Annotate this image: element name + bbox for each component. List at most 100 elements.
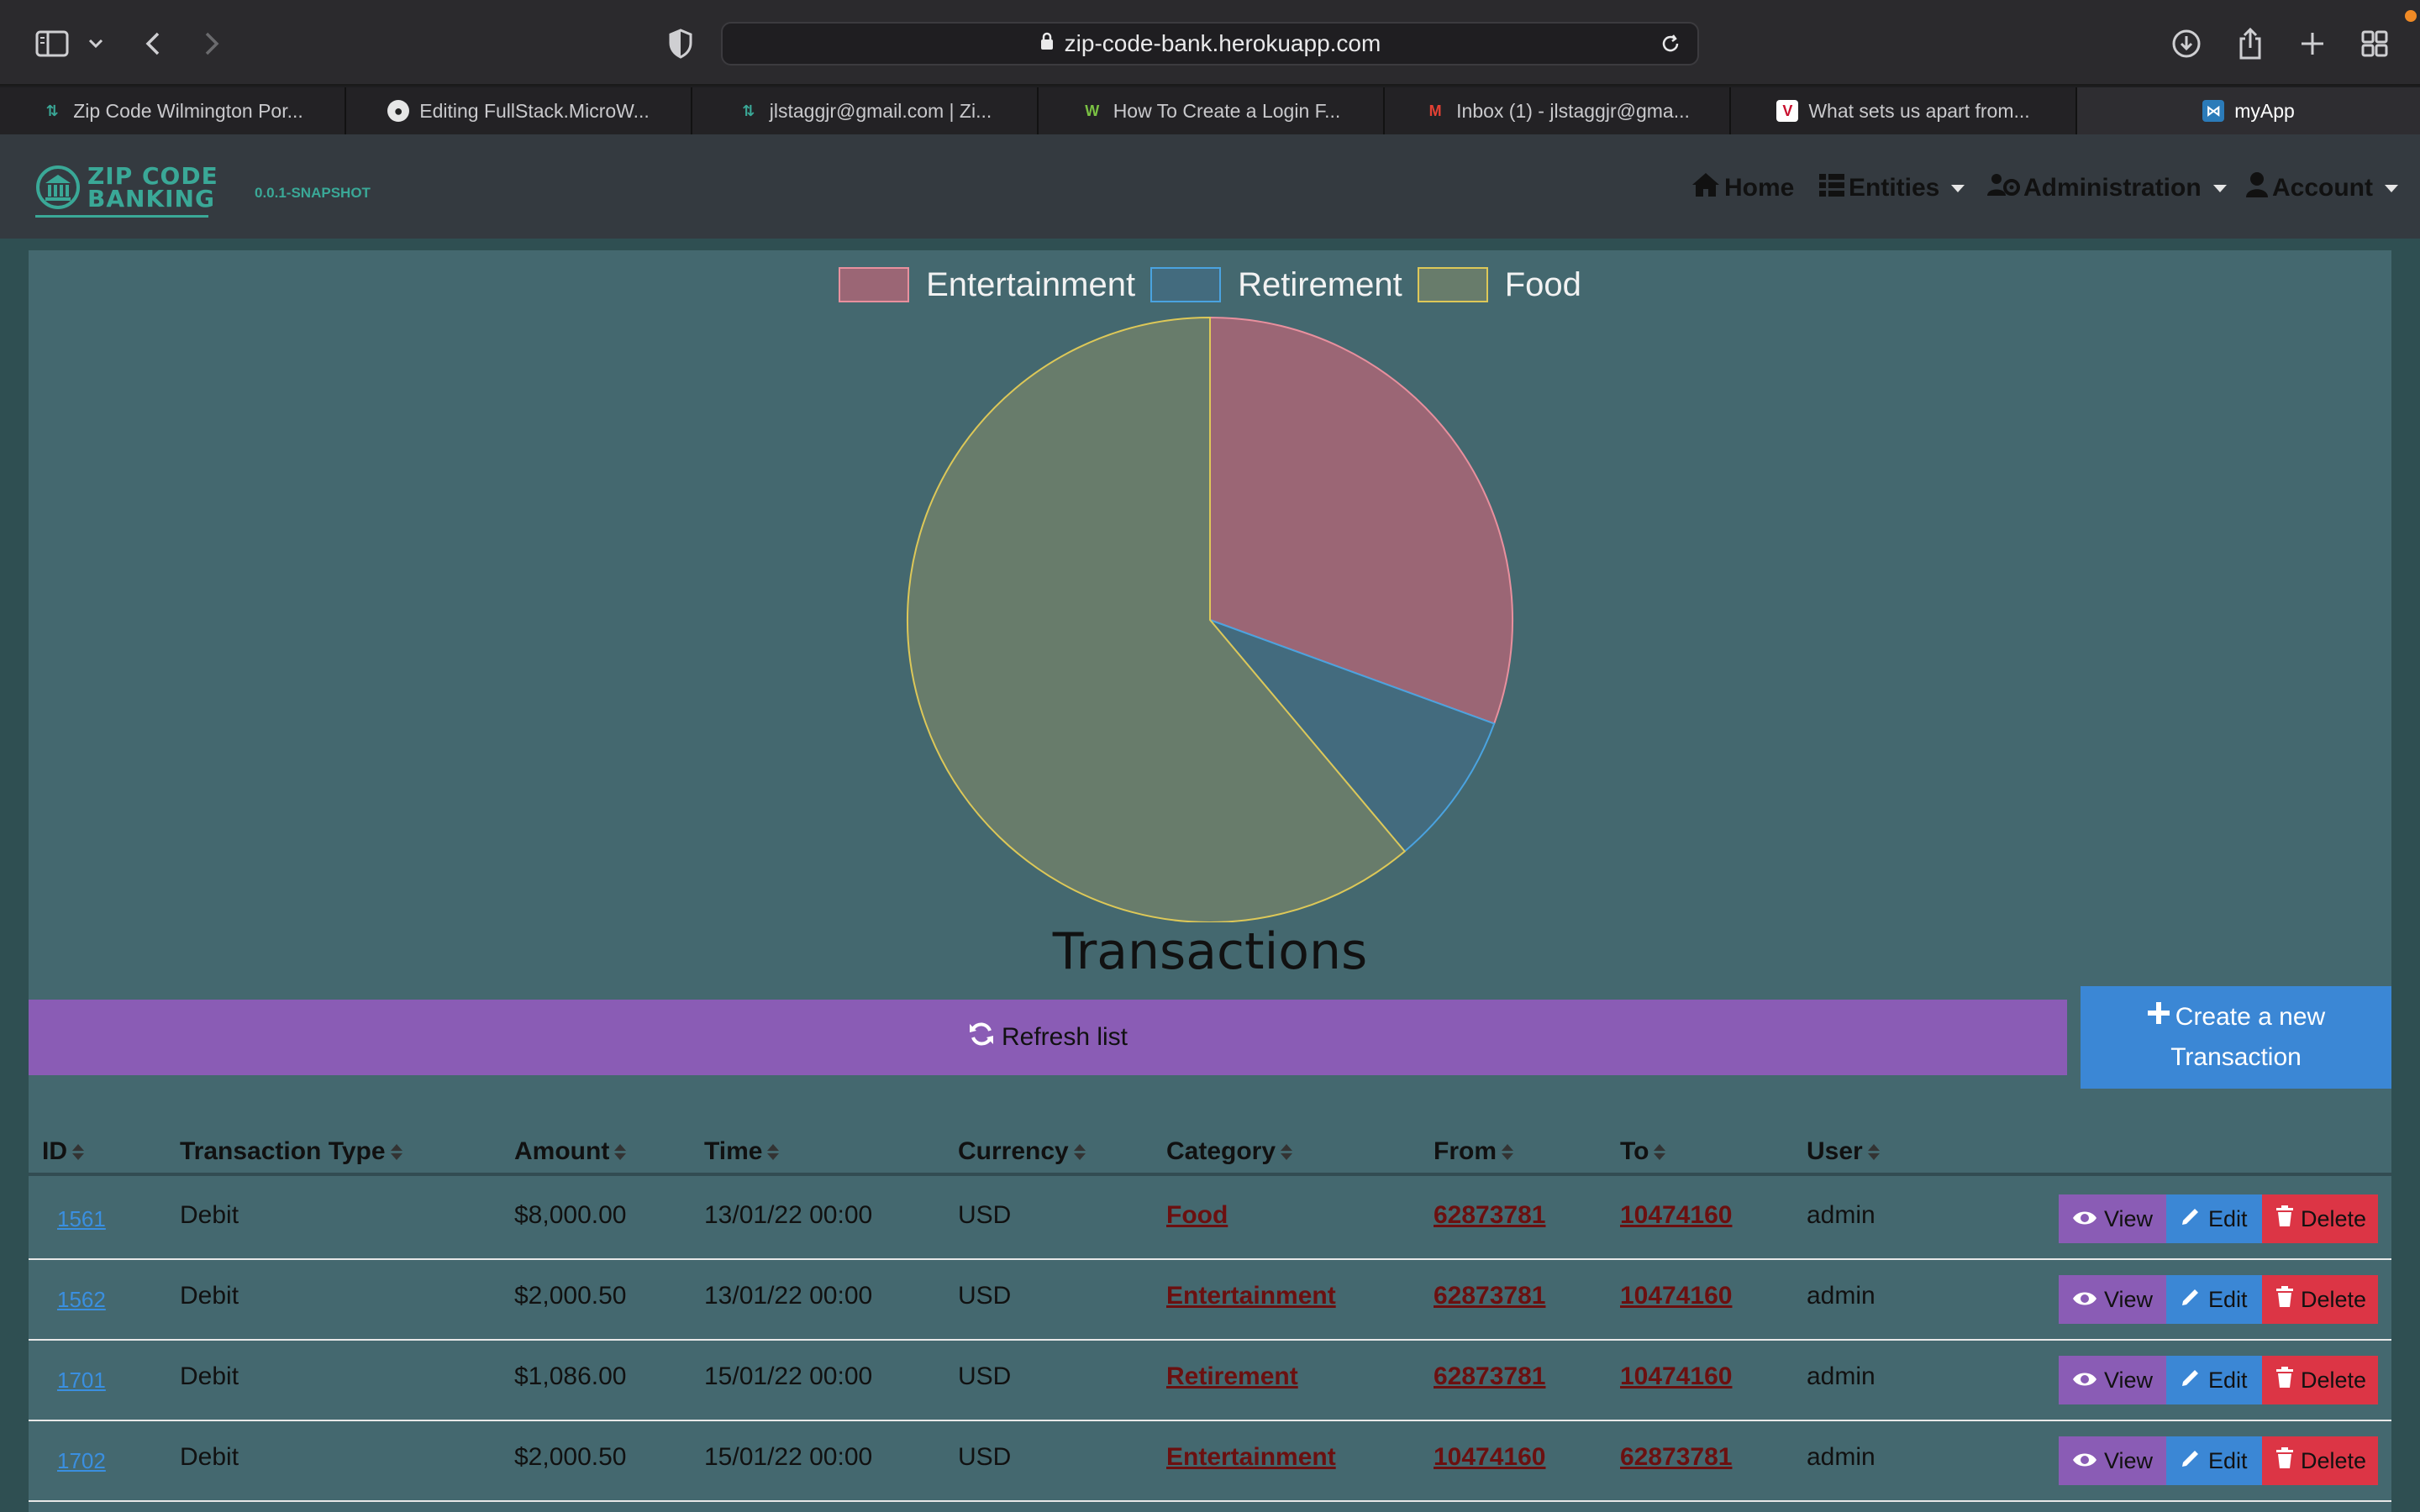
sort-icon bbox=[72, 1143, 84, 1160]
app-navbar: ZIP CODE BANKING 0.0.1-SNAPSHOT Home Ent… bbox=[0, 134, 2420, 239]
edit-label: Edit bbox=[2208, 1447, 2248, 1473]
table-header: ID Transaction Type Amount Time Currency… bbox=[29, 1122, 2391, 1176]
tab-overview-icon[interactable] bbox=[2353, 22, 2396, 66]
amount: $2,000.50 bbox=[514, 1282, 627, 1310]
column-header-amount[interactable]: Amount bbox=[514, 1137, 627, 1166]
caret-down-icon bbox=[1951, 184, 1965, 192]
brand-line-2: BANKING bbox=[87, 185, 215, 213]
nav-entities-label: Entities bbox=[1849, 174, 1940, 202]
to-account-link[interactable]: 10474160 bbox=[1620, 1362, 1732, 1391]
tab-gmail[interactable]: M Inbox (1) - jlstaggjr@gma... bbox=[1385, 87, 1731, 134]
sidebar-toggle-icon[interactable] bbox=[30, 22, 74, 66]
address-bar[interactable]: zip-code-bank.herokuapp.com bbox=[721, 22, 1699, 66]
delete-button[interactable]: Delete bbox=[2262, 1436, 2378, 1485]
category-link[interactable]: Entertainment bbox=[1166, 1282, 1336, 1310]
view-button[interactable]: View bbox=[2059, 1436, 2166, 1485]
delete-label: Delete bbox=[2301, 1447, 2367, 1473]
tab-myapp[interactable]: ⋈ myApp bbox=[2077, 87, 2420, 134]
edit-button[interactable]: Edit bbox=[2166, 1356, 2262, 1404]
tab-label: How To Create a Login F... bbox=[1113, 99, 1341, 122]
edit-button[interactable]: Edit bbox=[2166, 1436, 2262, 1485]
view-button[interactable]: View bbox=[2059, 1194, 2166, 1243]
forward-icon[interactable] bbox=[190, 22, 234, 66]
view-button[interactable]: View bbox=[2059, 1275, 2166, 1324]
tab-label: Inbox (1) - jlstaggjr@gma... bbox=[1456, 99, 1690, 122]
sort-icon bbox=[767, 1143, 780, 1160]
edit-button[interactable]: Edit bbox=[2166, 1275, 2262, 1324]
downloads-icon[interactable] bbox=[2165, 22, 2208, 66]
transaction-id-link[interactable]: 1701 bbox=[57, 1368, 106, 1394]
reload-icon[interactable] bbox=[1659, 32, 1682, 61]
to-account-link[interactable]: 10474160 bbox=[1620, 1282, 1732, 1310]
nav-administration[interactable]: Administration bbox=[1986, 171, 2227, 205]
browser-toolbar: zip-code-bank.herokuapp.com bbox=[0, 0, 2420, 86]
currency: USD bbox=[958, 1443, 1012, 1471]
column-label: To bbox=[1620, 1137, 1649, 1165]
edit-button[interactable]: Edit bbox=[2166, 1194, 2262, 1243]
column-header-id[interactable]: ID bbox=[42, 1137, 84, 1166]
column-header-user[interactable]: User bbox=[1807, 1137, 1880, 1166]
privacy-shield-icon[interactable] bbox=[659, 22, 702, 66]
delete-button[interactable]: Delete bbox=[2262, 1194, 2378, 1243]
to-account-link[interactable]: 62873781 bbox=[1620, 1443, 1732, 1472]
back-icon[interactable] bbox=[131, 22, 175, 66]
nav-home[interactable]: Home bbox=[1691, 171, 1794, 205]
tab-label: Editing FullStack.MicroW... bbox=[419, 99, 650, 122]
tab-github[interactable]: ● Editing FullStack.MicroW... bbox=[346, 87, 692, 134]
brand-name[interactable]: ZIP CODE BANKING bbox=[87, 165, 218, 213]
from-account-link[interactable]: 10474160 bbox=[1434, 1443, 1545, 1472]
time: 15/01/22 00:00 bbox=[704, 1362, 873, 1390]
to-account-link[interactable]: 10474160 bbox=[1620, 1201, 1732, 1230]
list-icon bbox=[1818, 172, 1845, 204]
tab-what-sets-us-apart[interactable]: V What sets us apart from... bbox=[1731, 87, 2077, 134]
sort-icon bbox=[1654, 1143, 1666, 1160]
delete-label: Delete bbox=[2301, 1205, 2367, 1231]
new-tab-icon[interactable] bbox=[2291, 22, 2334, 66]
column-header-from[interactable]: From bbox=[1434, 1137, 1513, 1166]
category-link[interactable]: Food bbox=[1166, 1201, 1228, 1230]
lock-icon bbox=[1039, 30, 1055, 57]
column-label: Transaction Type bbox=[180, 1137, 386, 1165]
transaction-type: Debit bbox=[180, 1282, 239, 1310]
transaction-id-link[interactable]: 1702 bbox=[57, 1448, 106, 1474]
category-link[interactable]: Retirement bbox=[1166, 1362, 1298, 1391]
tab-login-form[interactable]: W How To Create a Login F... bbox=[1039, 87, 1385, 134]
category-pie-chart bbox=[907, 316, 1514, 922]
tab-zipcode-portal[interactable]: ⇅ Zip Code Wilmington Por... bbox=[0, 87, 346, 134]
delete-button[interactable]: Delete bbox=[2262, 1275, 2378, 1324]
refresh-list-button[interactable]: Refresh list bbox=[29, 1000, 2067, 1075]
column-header-transaction-type[interactable]: Transaction Type bbox=[180, 1137, 402, 1166]
v-favicon-icon: V bbox=[1776, 100, 1799, 122]
transaction-id-link[interactable]: 1562 bbox=[57, 1287, 106, 1313]
refresh-label: Refresh list bbox=[1001, 1023, 1128, 1051]
tab-zipcode-mail[interactable]: ⇅ jlstaggjr@gmail.com | Zi... bbox=[692, 87, 1039, 134]
pencil-icon bbox=[2180, 1205, 2202, 1233]
user: admin bbox=[1807, 1362, 1876, 1390]
column-header-time[interactable]: Time bbox=[704, 1137, 780, 1166]
create-label-line1: Create a new bbox=[2175, 1003, 2326, 1031]
share-icon[interactable] bbox=[2228, 22, 2272, 66]
time: 13/01/22 00:00 bbox=[704, 1282, 873, 1310]
create-transaction-button[interactable]: Create a new Transaction bbox=[2081, 986, 2391, 1089]
nav-account[interactable]: Account bbox=[2245, 171, 2398, 205]
column-header-to[interactable]: To bbox=[1620, 1137, 1666, 1166]
eye-icon bbox=[2072, 1368, 2097, 1394]
nav-entities[interactable]: Entities bbox=[1818, 171, 1965, 205]
from-account-link[interactable]: 62873781 bbox=[1434, 1362, 1545, 1391]
chevron-down-icon[interactable] bbox=[79, 22, 113, 66]
column-header-currency[interactable]: Currency bbox=[958, 1137, 1086, 1166]
user: admin bbox=[1807, 1201, 1876, 1229]
view-button[interactable]: View bbox=[2059, 1356, 2166, 1404]
home-icon bbox=[1691, 171, 1721, 205]
trash-icon bbox=[2275, 1446, 2294, 1475]
category-link[interactable]: Entertainment bbox=[1166, 1443, 1336, 1472]
create-label-line2: Transaction bbox=[2170, 1043, 2302, 1071]
transaction-id-link[interactable]: 1561 bbox=[57, 1206, 106, 1232]
delete-button[interactable]: Delete bbox=[2262, 1356, 2378, 1404]
from-account-link[interactable]: 62873781 bbox=[1434, 1201, 1545, 1230]
users-cog-icon bbox=[1986, 172, 2020, 204]
eye-icon bbox=[2072, 1448, 2097, 1474]
from-account-link[interactable]: 62873781 bbox=[1434, 1282, 1545, 1310]
column-header-category[interactable]: Category bbox=[1166, 1137, 1293, 1166]
bank-logo-icon[interactable] bbox=[35, 165, 81, 210]
